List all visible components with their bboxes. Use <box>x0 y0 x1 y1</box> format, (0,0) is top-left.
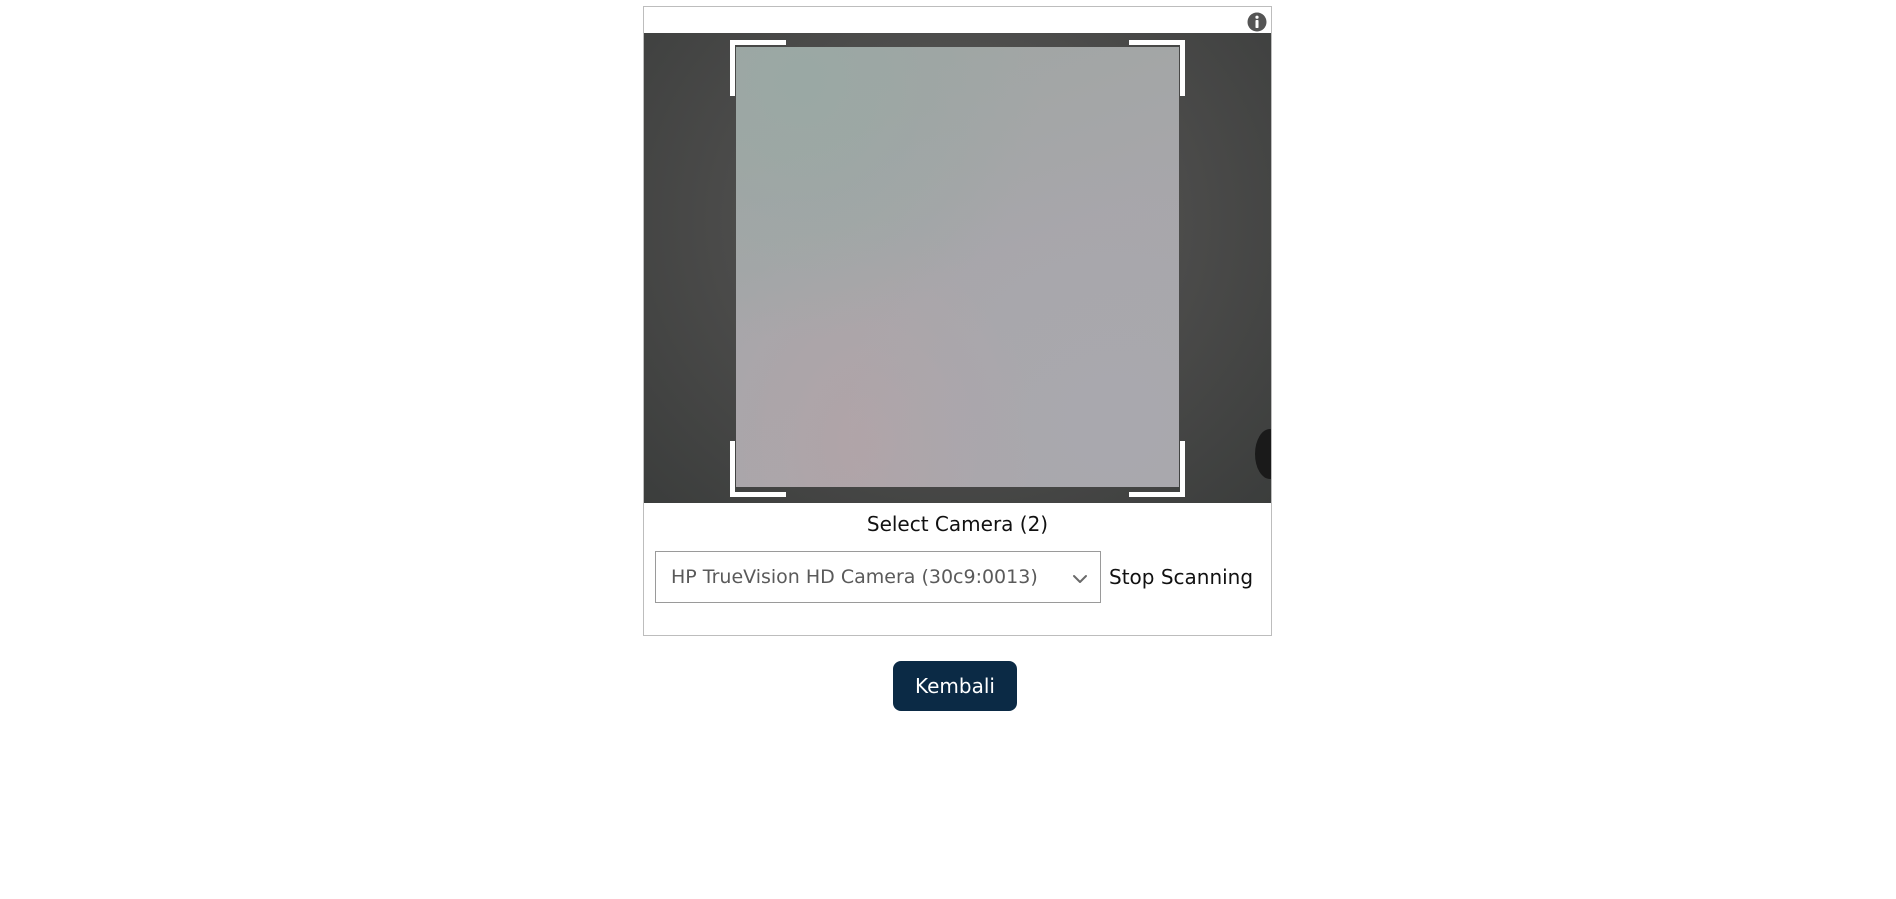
camera-select[interactable]: HP TrueVision HD Camera (30c9:0013) <box>655 551 1101 603</box>
camera-select-value: HP TrueVision HD Camera (30c9:0013) <box>671 566 1038 588</box>
scanner-dashboard: Select Camera (2) HP TrueVision HD Camer… <box>644 511 1271 603</box>
chevron-down-icon <box>1072 570 1088 583</box>
scan-frame-corner-bottom-left <box>730 441 786 497</box>
scan-frame-corner-bottom-right <box>1129 441 1185 497</box>
camera-video-feed <box>644 33 1271 503</box>
scan-region <box>736 47 1179 487</box>
scan-frame-corner-top-right <box>1129 40 1185 96</box>
camera-controls: HP TrueVision HD Camera (30c9:0013) Stop… <box>655 551 1265 603</box>
camera-select-label: Select Camera (2) <box>866 512 1049 536</box>
scan-frame-corner-top-left <box>730 40 786 96</box>
back-button[interactable]: Kembali <box>893 661 1017 711</box>
stop-scanning-button[interactable]: Stop Scanning <box>1109 551 1253 603</box>
info-icon[interactable] <box>1247 12 1267 32</box>
qr-scanner-panel: Select Camera (2) HP TrueVision HD Camer… <box>643 6 1272 636</box>
